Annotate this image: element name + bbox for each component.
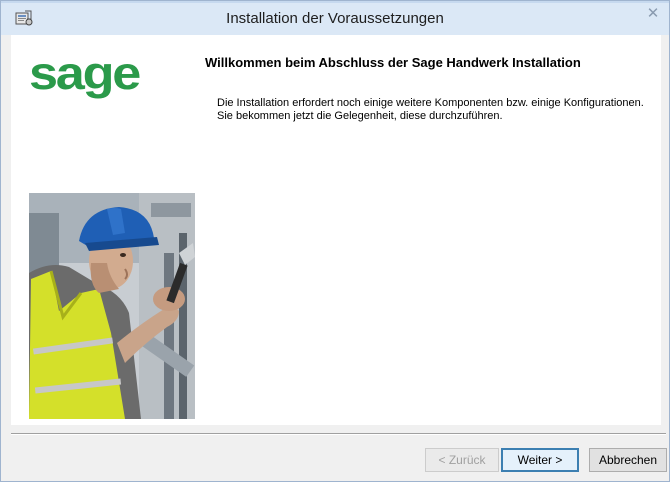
sage-logo: sage (29, 53, 143, 99)
title-bar-highlight (1, 1, 669, 3)
page-heading: Willkommen beim Abschluss der Sage Handw… (205, 55, 581, 70)
content-panel: sage Willkommen beim Abschluss der Sage … (11, 35, 661, 425)
close-button[interactable]: ✕ (641, 3, 665, 23)
installer-window: Installation der Voraussetzungen ✕ sage … (0, 0, 670, 482)
window-title: Installation der Voraussetzungen (226, 10, 444, 27)
worker-photo (29, 193, 195, 419)
back-button[interactable]: < Zurück (425, 448, 499, 472)
cancel-button[interactable]: Abbrechen (589, 448, 667, 472)
title-bar[interactable]: Installation der Voraussetzungen ✕ (1, 1, 669, 35)
next-button[interactable]: Weiter > (501, 448, 579, 472)
button-separator (11, 433, 666, 435)
sage-logo-text: sage (29, 53, 141, 99)
page-description: Die Installation erfordert noch einige w… (217, 97, 644, 122)
